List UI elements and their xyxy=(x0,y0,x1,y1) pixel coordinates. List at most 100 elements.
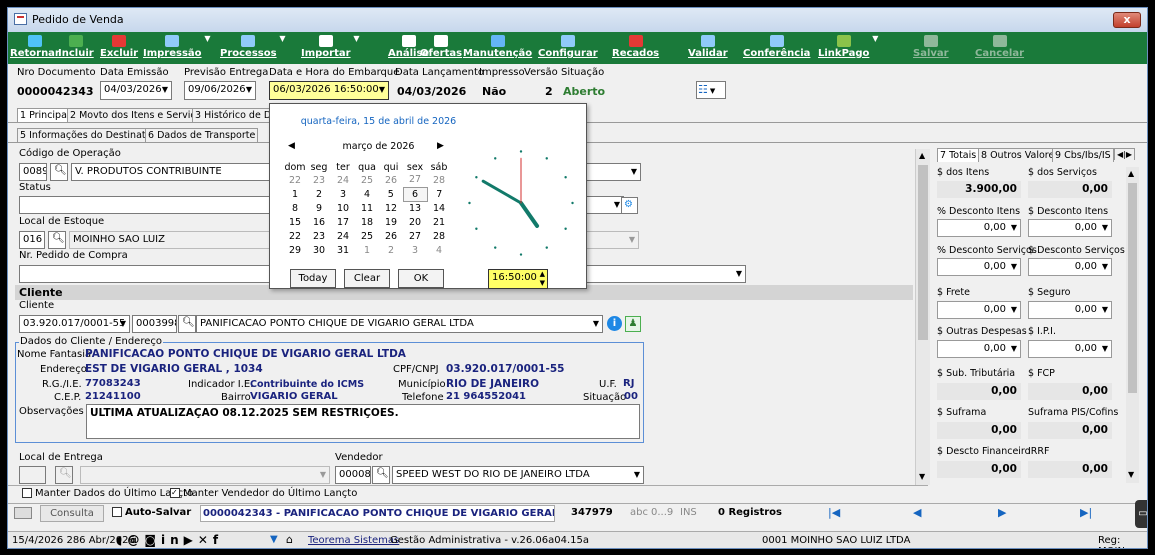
totals-scrollbar[interactable]: ▲ ▼ xyxy=(1126,167,1139,483)
chevron-down-icon[interactable]: ▼ xyxy=(872,34,878,43)
calendar-day[interactable]: 31 xyxy=(331,243,355,257)
pdesc-serv-field[interactable]: 0,00 ▼ xyxy=(937,258,1021,276)
toolbar-linkpago-button[interactable]: LinkPago ▼ xyxy=(818,32,878,64)
calendar-day[interactable]: 5 xyxy=(379,187,403,201)
calendar-day[interactable]: 9 xyxy=(307,201,331,215)
consulta-button[interactable]: Consulta xyxy=(40,505,104,522)
vendedor-select[interactable]: SPEED WEST DO RIO DE JANEIRO LTDA ▼ xyxy=(392,466,644,484)
calendar-day[interactable]: 3 xyxy=(331,187,355,201)
calendar-day[interactable]: 24 xyxy=(331,229,355,243)
calendar-day[interactable]: 2 xyxy=(307,187,331,201)
chevron-up-icon[interactable]: ▲ xyxy=(919,151,925,160)
cliente-codigo-field[interactable]: 0003998 xyxy=(132,315,177,333)
calendar-day[interactable]: 4 xyxy=(355,187,379,201)
local-estoque-field[interactable]: 016 xyxy=(19,231,45,249)
tab-scroll-arrows[interactable]: ◀|▶ xyxy=(1114,148,1135,160)
cod-operacao-field[interactable]: 0089 xyxy=(19,163,47,181)
desc-serv-field[interactable]: 0,00 ▼ xyxy=(1028,258,1112,276)
next-record-icon[interactable]: ▶ xyxy=(998,506,1006,519)
calendar-day[interactable]: 27 xyxy=(403,173,427,187)
ok-button[interactable]: OK xyxy=(398,269,444,288)
toolbar-manutencao-button[interactable]: Manutenção xyxy=(463,32,532,64)
calendar-day[interactable]: 22 xyxy=(283,173,307,187)
cliente-nome-select[interactable]: PANIFICACAO PONTO CHIQUE DE VIGARIO GERA… xyxy=(196,315,603,333)
calendar-day[interactable]: 16 xyxy=(307,215,331,229)
calendar-day[interactable]: 3 xyxy=(403,243,427,257)
chevron-up-icon[interactable]: ▲ xyxy=(1128,169,1134,178)
embarque-field[interactable]: 06/03/2026 16:50:00 ▼ xyxy=(269,81,389,100)
calendar-day[interactable]: 21 xyxy=(427,215,451,229)
tab-principal[interactable]: 1 Principal xyxy=(17,108,73,122)
toolbar-processos-button[interactable]: Processos ▼ xyxy=(220,32,286,64)
search-button[interactable]: 🔍︎ xyxy=(50,163,68,181)
obs-field[interactable]: ULTIMA ATUALIZAÇAO 08.12.2025 SEM RESTRI… xyxy=(86,404,640,439)
calendar-day[interactable]: 8 xyxy=(283,201,307,215)
time-stepper-icon[interactable]: ▲ ▼ xyxy=(540,270,545,288)
settings-button[interactable]: ⚙ xyxy=(621,197,638,214)
tab-transporte[interactable]: 6 Dados de Transporte xyxy=(145,128,259,142)
calendar-day[interactable]: 23 xyxy=(307,173,331,187)
seguro-field[interactable]: 0,00 ▼ xyxy=(1028,301,1112,319)
calendar-day[interactable]: 4 xyxy=(427,243,451,257)
toolbar-ofertas-button[interactable]: Ofertas xyxy=(420,32,462,64)
calendar-day[interactable]: 17 xyxy=(331,215,355,229)
close-button[interactable]: x xyxy=(1113,12,1141,28)
calendar-day[interactable]: 20 xyxy=(403,215,427,229)
calendar-day[interactable]: 30 xyxy=(307,243,331,257)
toolbar-impressao-button[interactable]: Impressão ▼ xyxy=(143,32,211,64)
scrollbar-thumb[interactable] xyxy=(918,165,928,340)
calendar-day[interactable]: 14 xyxy=(427,201,451,215)
calendar-day[interactable]: 25 xyxy=(355,229,379,243)
calendar-day[interactable]: 12 xyxy=(379,201,403,215)
desc-itens-field[interactable]: 0,00 ▼ xyxy=(1028,219,1112,237)
calendar-day[interactable]: 6 xyxy=(402,186,428,202)
form-scrollbar[interactable]: ▲ ▼ xyxy=(915,149,930,485)
search-button[interactable]: 🔍︎ xyxy=(48,231,66,249)
calendar-day[interactable]: 7 xyxy=(427,187,451,201)
month-label[interactable]: março de 2026 xyxy=(270,141,487,152)
today-button[interactable]: Today xyxy=(290,269,336,288)
datepicker-header[interactable]: quarta-feira, 15 de abril de 2026 xyxy=(270,116,487,127)
clear-button[interactable]: Clear xyxy=(344,269,390,288)
first-record-icon[interactable]: |◀ xyxy=(828,506,840,519)
chevron-down-icon[interactable]: ▼ xyxy=(353,34,359,43)
previous-record-icon[interactable]: ◀ xyxy=(913,506,921,519)
filter-icon[interactable]: ▼ xyxy=(270,534,278,545)
calendar-day[interactable]: 26 xyxy=(379,229,403,243)
data-emissao-field[interactable]: 04/03/2026 ▼ xyxy=(100,81,172,100)
calendar-day[interactable]: 18 xyxy=(355,215,379,229)
toolbar-retornar-button[interactable]: Retornar xyxy=(10,32,60,64)
calendar-day[interactable]: 23 xyxy=(307,229,331,243)
search-button[interactable]: 🔍︎ xyxy=(372,466,390,484)
chevron-down-icon[interactable]: ▼ xyxy=(279,34,285,43)
tab-outros-valores[interactable]: 8 Outros Valores xyxy=(978,148,1063,162)
local-entrega-field[interactable] xyxy=(19,466,46,484)
ipi-field[interactable]: 0,00 ▼ xyxy=(1028,340,1112,358)
chevron-down-icon[interactable]: ▼ xyxy=(919,472,925,481)
next-month-icon[interactable]: ▶ xyxy=(437,141,444,151)
teorema-link[interactable]: Teorema Sistemas xyxy=(308,535,399,546)
toolbar-configurar-button[interactable]: Configurar xyxy=(538,32,598,64)
tab-totais[interactable]: 7 Totais xyxy=(937,148,980,162)
chevron-down-icon[interactable]: ▼ xyxy=(204,34,210,43)
calendar-day[interactable]: 24 xyxy=(331,173,355,187)
calendar-day[interactable]: 1 xyxy=(355,243,379,257)
calendar-day[interactable]: 26 xyxy=(379,173,403,187)
social-icons[interactable]: ◖@◙in▶✕f xyxy=(116,533,223,547)
calendar-day[interactable]: 28 xyxy=(427,173,451,187)
calendar-day[interactable]: 19 xyxy=(379,215,403,229)
search-button[interactable]: 🔍︎ xyxy=(55,466,73,484)
toolbar-conferencia-button[interactable]: Conferência xyxy=(743,32,810,64)
previsao-entrega-field[interactable]: 09/06/2026 ▼ xyxy=(184,81,256,100)
calendar-day[interactable]: 29 xyxy=(283,243,307,257)
calendar-day[interactable]: 22 xyxy=(283,229,307,243)
list-options-button[interactable]: ☷ ▼ xyxy=(696,81,726,99)
frete-field[interactable]: 0,00 ▼ xyxy=(937,301,1021,319)
cliente-cnpj-select[interactable]: 03.920.017/0001-55 ▼ xyxy=(19,315,130,333)
tab-cbs-ibs[interactable]: 9 Cbs/Ibs/IS xyxy=(1052,148,1114,162)
calendar-day[interactable]: 10 xyxy=(331,201,355,215)
calendar-day[interactable]: 2 xyxy=(379,243,403,257)
toolbar-recados-button[interactable]: Recados xyxy=(612,32,659,64)
calendar-day[interactable]: 13 xyxy=(403,201,427,215)
scrollbar-thumb[interactable] xyxy=(1128,183,1137,393)
